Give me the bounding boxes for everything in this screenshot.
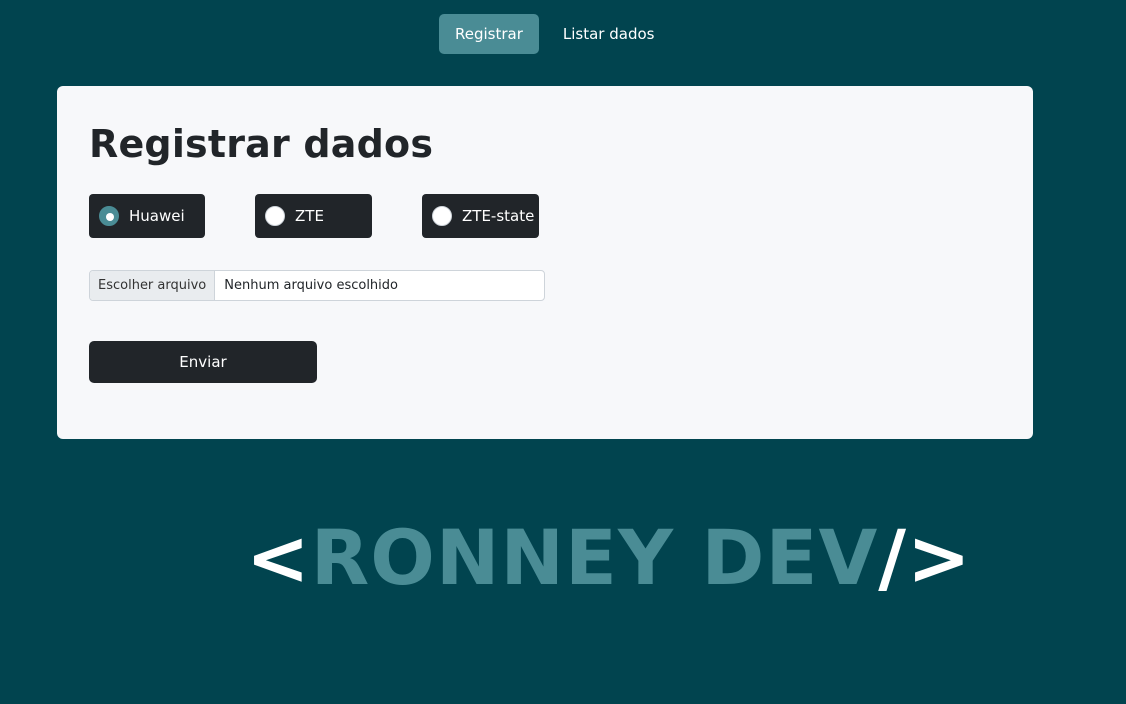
logo-open-bracket: < [246,513,311,602]
radio-checked-icon [99,206,119,226]
radio-unchecked-icon [265,206,285,226]
submit-button[interactable]: Enviar [89,341,317,383]
radio-label-zte: ZTE [295,207,324,225]
file-status-text: Nenhum arquivo escolhido [224,278,398,293]
top-nav: Registrar Listar dados [435,14,674,54]
radio-label-zte-state: ZTE-state [462,207,535,225]
logo-name: RONNEY DEV [310,513,879,602]
page-title: Registrar dados [89,122,434,166]
nav-registrar[interactable]: Registrar [439,14,539,54]
radio-zte-state[interactable]: ZTE-state [422,194,539,238]
logo-close-bracket: /> [878,513,972,602]
radio-huawei[interactable]: Huawei [89,194,205,238]
radio-zte[interactable]: ZTE [255,194,372,238]
ronney-dev-logo: <RONNEY DEV/> [246,513,972,603]
register-card: Registrar dados Huawei ZTE ZTE-state Esc… [57,86,1033,439]
radio-unchecked-icon [432,206,452,226]
file-input[interactable]: Escolher arquivo Nenhum arquivo escolhid… [89,270,545,301]
nav-listar-dados[interactable]: Listar dados [547,14,671,54]
choose-file-button[interactable]: Escolher arquivo [90,271,216,300]
radio-label-huawei: Huawei [129,207,185,225]
